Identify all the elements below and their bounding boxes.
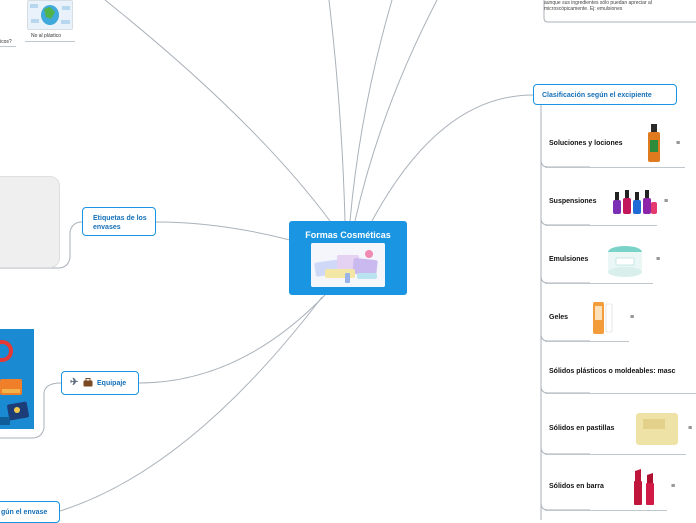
pastillas-thumbnail[interactable] bbox=[633, 405, 681, 451]
soluciones-underline bbox=[545, 167, 685, 168]
barra-underline bbox=[545, 510, 667, 511]
solidos-plasticos-underline bbox=[545, 393, 696, 394]
subtopic-solidos-barra[interactable]: Sólidos en barra bbox=[549, 483, 604, 490]
central-title: Formas Cosméticas bbox=[305, 230, 391, 240]
soluciones-menu-icon[interactable]: ≡ bbox=[676, 140, 680, 147]
suspensiones-underline bbox=[545, 225, 657, 226]
emulsiones-menu-icon[interactable]: ≡ bbox=[656, 256, 660, 263]
no-plastico-label: No al plástico bbox=[31, 33, 62, 39]
etiquetas-topic[interactable]: Etiquetas de los envases bbox=[82, 207, 156, 236]
equipaje-topic[interactable]: ✈ Equipaje bbox=[61, 371, 139, 395]
globe-plastic-icon bbox=[28, 1, 72, 29]
soluciones-thumbnail[interactable] bbox=[641, 122, 667, 166]
equipaje-image bbox=[0, 329, 34, 429]
subtopic-solidos-pastillas[interactable]: Sólidos en pastillas bbox=[549, 425, 614, 432]
no-plastico-underline bbox=[25, 41, 75, 42]
soap-bar-icon bbox=[636, 413, 678, 445]
top-note: aunque sus ingredientes sólo puedan apre… bbox=[544, 0, 652, 12]
barra-menu-icon[interactable]: ≡ bbox=[671, 483, 675, 490]
gel-tube-icon bbox=[593, 302, 613, 334]
subtopic-suspensiones[interactable]: Suspensiones bbox=[549, 198, 596, 205]
airplane-icon: ✈ bbox=[70, 377, 79, 388]
barra-thumbnail[interactable] bbox=[621, 465, 665, 509]
briefcase-icon bbox=[83, 378, 93, 387]
emulsiones-thumbnail[interactable] bbox=[602, 238, 648, 282]
subtopic-emulsiones[interactable]: Emulsiones bbox=[549, 256, 588, 263]
travel-rules-icon bbox=[0, 329, 34, 429]
subtopic-geles[interactable]: Geles bbox=[549, 314, 568, 321]
segun-envase-label: gún el envase bbox=[1, 509, 48, 516]
subtopic-solidos-plasticos[interactable]: Sólidos plásticos o moldeables: masc bbox=[549, 368, 675, 375]
clasificacion-label: Clasificación según el excipiente bbox=[542, 92, 652, 99]
suspensiones-menu-icon[interactable]: ≡ bbox=[664, 198, 668, 205]
pastillas-underline bbox=[545, 454, 686, 455]
edge-label: icos? bbox=[0, 39, 12, 45]
equipaje-label: Equipaje bbox=[97, 380, 127, 387]
cream-jar-icon bbox=[608, 246, 642, 277]
cosmetics-image bbox=[311, 243, 385, 287]
clasificacion-topic[interactable]: Clasificación según el excipiente bbox=[533, 84, 677, 105]
oil-bottle-icon bbox=[648, 124, 660, 162]
nail-polish-icon bbox=[613, 190, 657, 214]
etiquetas-image-placeholder bbox=[0, 176, 60, 268]
pastillas-menu-icon[interactable]: ≡ bbox=[688, 425, 692, 432]
suspensiones-thumbnail[interactable] bbox=[610, 186, 658, 218]
geles-menu-icon[interactable]: ≡ bbox=[630, 314, 634, 321]
subtopic-soluciones[interactable]: Soluciones y lociones bbox=[549, 140, 623, 147]
lipstick-icon bbox=[634, 469, 654, 505]
etiquetas-label: Etiquetas de los envases bbox=[93, 215, 147, 231]
edge-underline bbox=[0, 46, 16, 47]
cosmetic-products-icon bbox=[311, 243, 385, 287]
geles-underline bbox=[545, 341, 629, 342]
central-topic[interactable]: Formas Cosméticas bbox=[289, 221, 407, 295]
geles-thumbnail[interactable] bbox=[579, 296, 623, 340]
no-plastico-thumbnail[interactable] bbox=[27, 0, 73, 30]
emulsiones-underline bbox=[545, 283, 653, 284]
